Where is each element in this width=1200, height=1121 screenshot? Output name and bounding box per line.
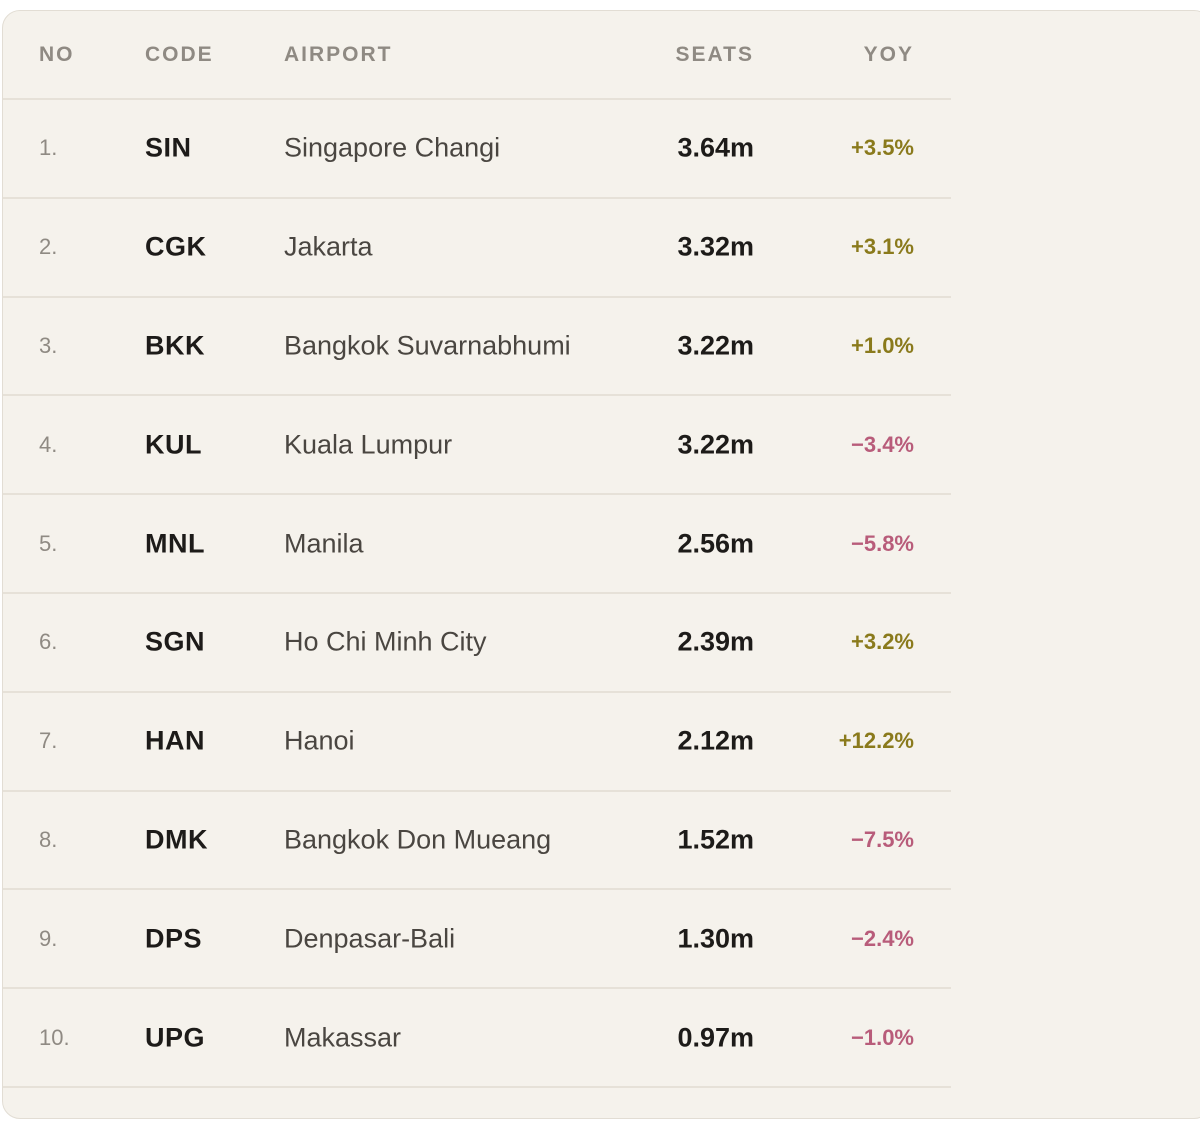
airport-ranking-card: NO CODE AIRPORT SEATS YOY 1. SIN Singapore… <box>2 10 1200 1119</box>
row-seats: 3.32m <box>677 231 754 262</box>
table-body: 1. SIN Singapore Changi 3.64m +3.5% 2. CGK Jaka… <box>3 100 951 1088</box>
row-airport-name: Kuala Lumpur <box>284 429 453 460</box>
row-seats: 1.30m <box>677 923 754 954</box>
row-seats: 2.39m <box>677 626 754 657</box>
row-airport-code: MNL <box>145 528 205 559</box>
header-seats: SEATS <box>675 42 754 66</box>
row-yoy-change: −1.0% <box>851 1024 914 1050</box>
row-yoy-change: +1.0% <box>851 332 914 358</box>
row-yoy-change: +3.1% <box>851 234 914 260</box>
table-row: 8. DMK Bangkok Don Mueang 1.52m −7.5% <box>3 792 951 891</box>
row-airport-code: KUL <box>145 429 202 460</box>
row-rank: 5. <box>39 530 58 556</box>
row-yoy-change: −5.8% <box>851 530 914 556</box>
row-yoy-change: −7.5% <box>851 826 914 852</box>
header-airport: AIRPORT <box>284 42 393 66</box>
row-yoy-change: +3.2% <box>851 629 914 655</box>
table-row: 3. BKK Bangkok Suvarnabhumi 3.22m +1.0% <box>3 298 951 397</box>
row-airport-name: Singapore Changi <box>284 132 501 163</box>
row-yoy-change: +12.2% <box>838 728 914 754</box>
row-airport-code: CGK <box>145 231 207 262</box>
row-seats: 2.56m <box>677 528 754 559</box>
table-row: 2. CGK Jakarta 3.32m +3.1% <box>3 199 951 298</box>
row-airport-code: DMK <box>145 824 208 855</box>
row-airport-code: SIN <box>145 132 192 163</box>
table-row: 1. SIN Singapore Changi 3.64m +3.5% <box>3 100 951 199</box>
row-rank: 8. <box>39 826 58 852</box>
row-yoy-change: +3.5% <box>851 135 914 161</box>
table-row: 7. HAN Hanoi 2.12m +12.2% <box>3 693 951 792</box>
row-airport-code: BKK <box>145 330 205 361</box>
header-no: NO <box>39 42 75 66</box>
table-row: 10. UPG Makassar 0.97m −1.0% <box>3 989 951 1088</box>
row-rank: 7. <box>39 728 58 754</box>
table-row: 9. DPS Denpasar-Bali 1.30m −2.4% <box>3 890 951 990</box>
row-airport-name: Manila <box>284 528 364 559</box>
row-airport-name: Ho Chi Minh City <box>284 626 487 657</box>
table-row: 5. MNL Manila 2.56m −5.8% <box>3 495 951 594</box>
row-airport-name: Denpasar-Bali <box>284 923 456 954</box>
row-airport-name: Hanoi <box>284 725 355 756</box>
table-row: 4. KUL Kuala Lumpur 3.22m −3.4% <box>3 396 951 496</box>
row-yoy-change: −2.4% <box>851 925 914 951</box>
row-seats: 1.52m <box>677 824 754 855</box>
row-airport-code: UPG <box>145 1022 206 1053</box>
table-row: 6. SGN Ho Chi Minh City 2.39m +3.2% <box>3 594 951 693</box>
row-airport-code: SGN <box>145 626 206 657</box>
row-airport-name: Makassar <box>284 1022 402 1053</box>
table-header-row: NO CODE AIRPORT SEATS YOY <box>3 11 951 100</box>
row-rank: 2. <box>39 234 58 260</box>
header-yoy: YOY <box>863 42 914 66</box>
row-airport-code: HAN <box>145 725 205 756</box>
row-rank: 3. <box>39 332 58 358</box>
row-airport-name: Bangkok Suvarnabhumi <box>284 330 571 361</box>
row-airport-code: DPS <box>145 923 203 954</box>
row-rank: 6. <box>39 629 58 655</box>
row-airport-name: Jakarta <box>284 231 373 262</box>
row-seats: 3.22m <box>677 330 754 361</box>
row-rank: 10. <box>39 1024 70 1050</box>
row-yoy-change: −3.4% <box>851 431 914 457</box>
row-rank: 1. <box>39 135 58 161</box>
row-seats: 2.12m <box>677 725 754 756</box>
row-seats: 0.97m <box>677 1022 754 1053</box>
header-code: CODE <box>145 42 214 66</box>
row-seats: 3.64m <box>677 132 754 163</box>
airport-seats-table: NO CODE AIRPORT SEATS YOY 1. SIN Singapore… <box>3 11 951 1088</box>
row-rank: 4. <box>39 431 58 457</box>
row-rank: 9. <box>39 925 58 951</box>
row-seats: 3.22m <box>677 429 754 460</box>
row-airport-name: Bangkok Don Mueang <box>284 824 552 855</box>
